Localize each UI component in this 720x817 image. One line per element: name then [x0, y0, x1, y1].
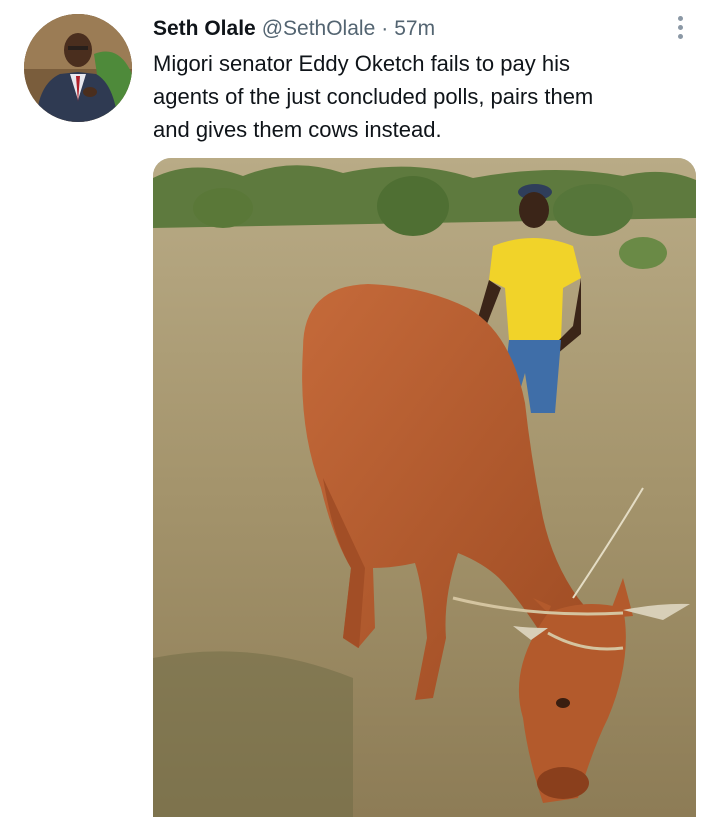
tweet-media[interactable] — [153, 158, 696, 817]
author-handle[interactable]: @SethOlale — [262, 17, 376, 41]
more-options-button[interactable] — [668, 12, 692, 42]
tweet-text-line: and gives them cows instead. — [153, 117, 442, 142]
header-separator: · — [381, 17, 389, 40]
more-vertical-icon — [677, 15, 683, 21]
avatar-image — [24, 14, 132, 122]
tweet[interactable]: Seth Olale @SethOlale · 57m Migori senat… — [0, 0, 720, 817]
avatar[interactable] — [24, 14, 132, 122]
tweet-text-line: Migori senator Eddy Oketch fails to pay … — [153, 51, 570, 76]
tweet-header: Seth Olale @SethOlale · 57m — [153, 14, 435, 44]
author-name[interactable]: Seth Olale — [153, 17, 256, 41]
tweet-text: Migori senator Eddy Oketch fails to pay … — [153, 47, 698, 146]
tweet-photo — [153, 158, 696, 817]
tweet-timestamp[interactable]: 57m — [394, 17, 435, 41]
tweet-text-line: agents of the just concluded polls, pair… — [153, 84, 594, 109]
